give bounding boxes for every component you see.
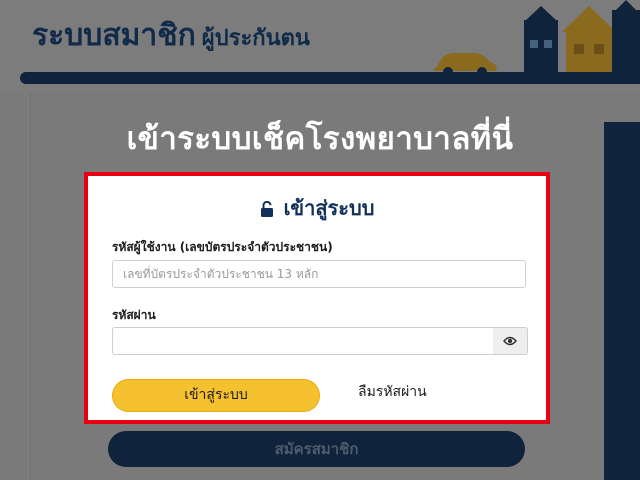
- forgot-password-link[interactable]: ลืมรหัสผ่าน: [358, 381, 427, 403]
- headline: เข้าระบบเช็คโรงพยาบาลที่นี่: [126, 121, 514, 157]
- eye-icon: [503, 336, 517, 346]
- register-button[interactable]: สมัครสมาชิก: [108, 431, 525, 467]
- unlock-icon: [260, 200, 273, 217]
- show-password-button[interactable]: [493, 327, 528, 355]
- password-label: รหัสผ่าน: [112, 308, 156, 322]
- username-label: รหัสผู้ใช้งาน (เลขบัตรประจำตัวประชาชน): [112, 240, 333, 254]
- password-input[interactable]: [112, 327, 494, 355]
- site-title: ระบบสมาชิก ผู้ประกันตน: [32, 12, 310, 59]
- site-header: ระบบสมาชิก ผู้ประกันตน: [0, 0, 640, 92]
- site-title-text: ระบบสมาชิก: [32, 18, 196, 53]
- houses-illustration: [524, 0, 640, 76]
- site-subtitle: ผู้ประกันตน: [201, 26, 310, 51]
- login-button[interactable]: เข้าสู่ระบบ: [112, 379, 320, 412]
- login-title-text: เข้าสู่ระบบ: [283, 196, 375, 220]
- road-bar: [20, 72, 640, 84]
- side-panel: [604, 122, 640, 480]
- login-title: เข้าสู่ระบบ: [88, 192, 546, 224]
- username-input[interactable]: [112, 260, 526, 288]
- login-box: เข้าสู่ระบบ รหัสผู้ใช้งาน (เลขบัตรประจำต…: [84, 172, 550, 424]
